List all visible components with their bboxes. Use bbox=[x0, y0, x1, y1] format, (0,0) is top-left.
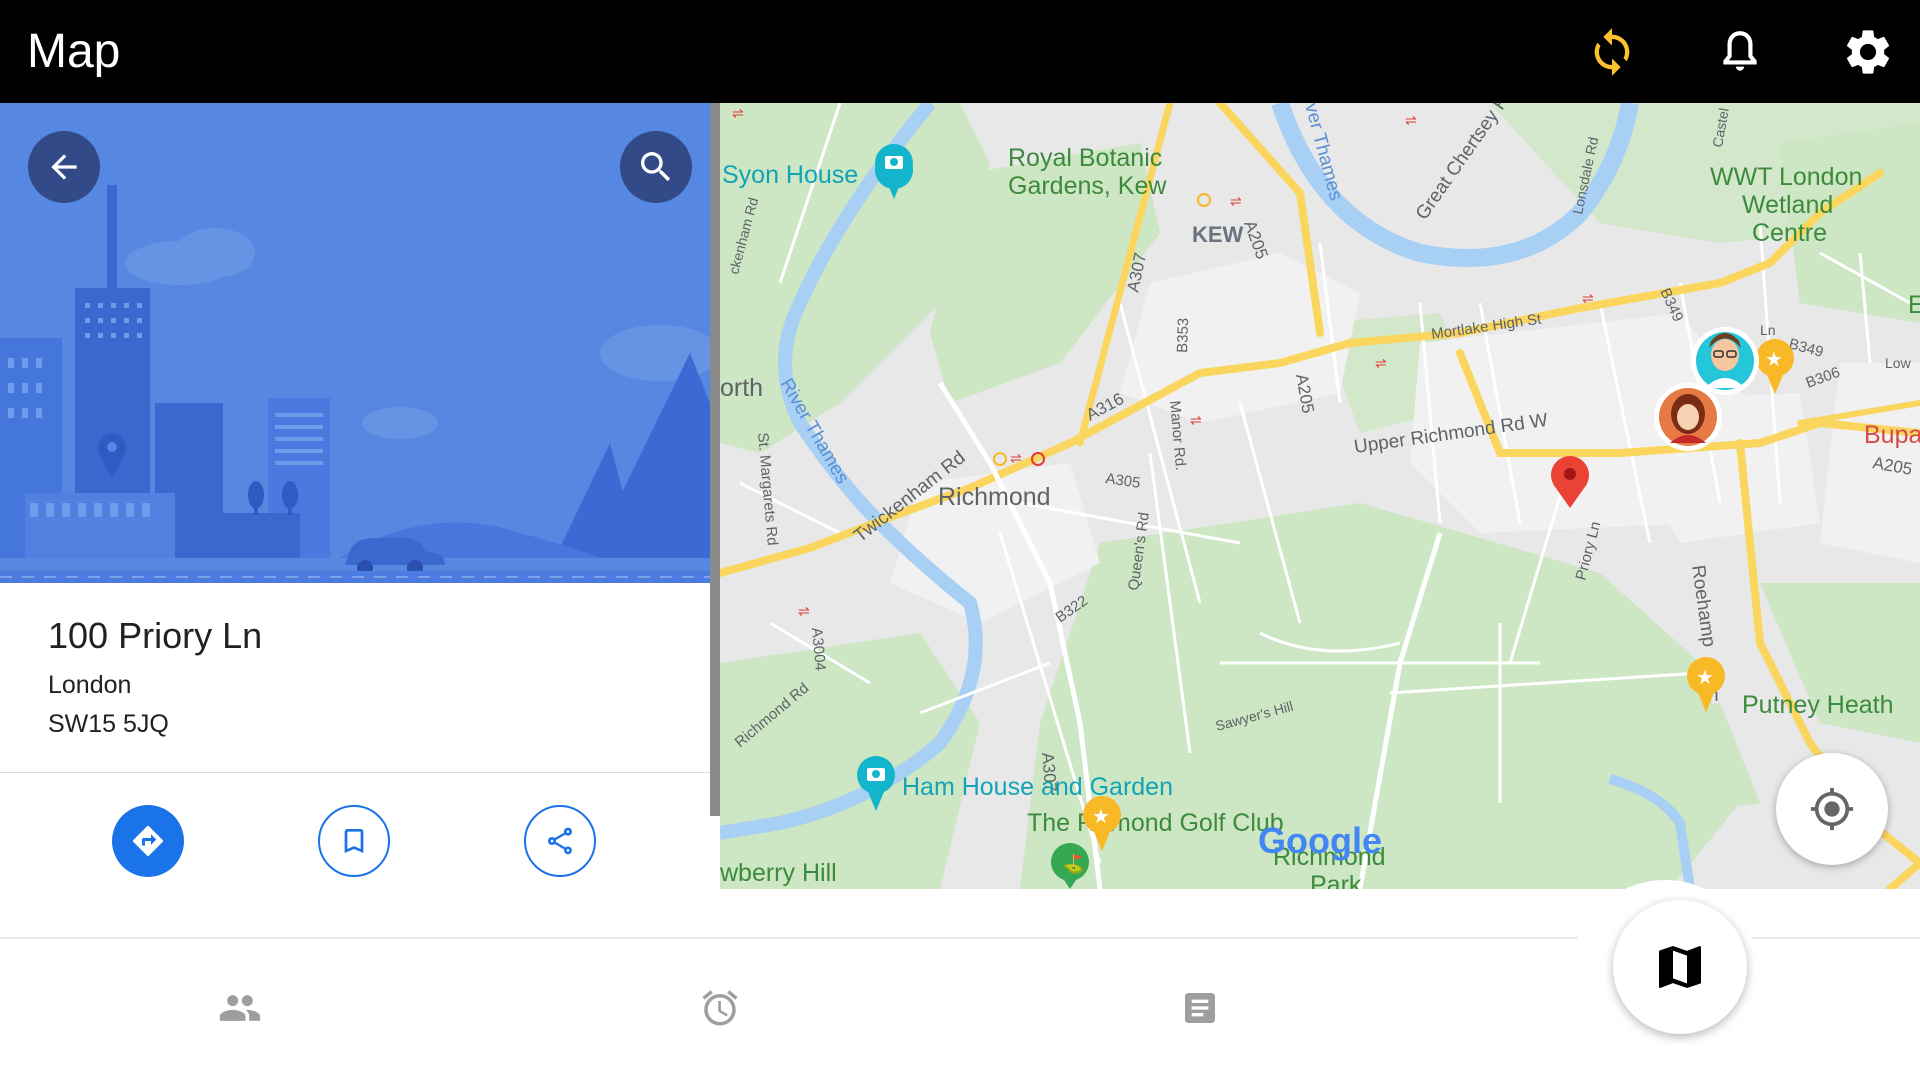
back-button[interactable] bbox=[28, 131, 100, 203]
save-place-button[interactable] bbox=[318, 805, 390, 877]
place-hero-illustration bbox=[0, 103, 710, 583]
svg-text:⇌: ⇌ bbox=[1582, 290, 1594, 306]
share-button[interactable] bbox=[524, 805, 596, 877]
sync-icon bbox=[1594, 28, 1630, 76]
label-low: Low bbox=[1885, 355, 1912, 371]
svg-text:⇌: ⇌ bbox=[1190, 412, 1202, 428]
search-icon bbox=[641, 152, 671, 182]
address-street: 100 Priory Ln bbox=[48, 615, 263, 656]
panel-divider bbox=[0, 772, 710, 773]
place-address: 100 Priory Ln London SW15 5JQ bbox=[48, 615, 262, 739]
label-royal-botanic-1: Royal Botanic bbox=[1008, 144, 1162, 172]
svg-text:⛳: ⛳ bbox=[1062, 853, 1084, 875]
people-icon bbox=[219, 995, 261, 1021]
avatar-man[interactable] bbox=[1691, 327, 1759, 395]
map-canvas[interactable]: A316 A307 A307 A205 A205 A205 A305 B353 … bbox=[720, 103, 1920, 889]
address-postcode: SW15 5JQ bbox=[48, 710, 169, 738]
label-wwt-1: WWT London bbox=[1710, 163, 1862, 191]
label-ln: Ln bbox=[1760, 322, 1776, 338]
place-panel: 100 Priory Ln London SW15 5JQ bbox=[0, 103, 710, 889]
nav-map-fab[interactable] bbox=[1613, 900, 1747, 1034]
svg-text:⇌: ⇌ bbox=[1230, 193, 1242, 209]
label-putney-heath: Putney Heath bbox=[1742, 691, 1894, 719]
label-wwt-3: Centre bbox=[1752, 219, 1827, 247]
city-skyline-illustration bbox=[0, 103, 710, 583]
avatar-woman[interactable] bbox=[1654, 383, 1722, 451]
gear-icon bbox=[1846, 30, 1890, 74]
label-richmond-park-2: Park bbox=[1310, 871, 1362, 889]
bookmark-icon bbox=[344, 829, 364, 853]
directions-icon bbox=[133, 825, 164, 856]
list-icon bbox=[1185, 993, 1215, 1023]
settings-button[interactable] bbox=[1840, 24, 1896, 80]
svg-text:⇌: ⇌ bbox=[1405, 112, 1417, 128]
label-north-edge: orth bbox=[720, 374, 763, 402]
label-kew: KEW bbox=[1192, 222, 1244, 247]
back-arrow-icon bbox=[51, 154, 77, 180]
app-bar: Map bbox=[0, 0, 1920, 103]
search-button[interactable] bbox=[620, 131, 692, 203]
directions-button[interactable] bbox=[112, 805, 184, 877]
share-icon bbox=[548, 827, 572, 855]
crosshair-icon bbox=[1810, 787, 1854, 831]
map-view[interactable]: A316 A307 A307 A205 A205 A205 A305 B353 … bbox=[720, 103, 1920, 889]
alarm-icon bbox=[702, 990, 738, 1026]
google-logo: Google bbox=[1258, 820, 1382, 861]
svg-text:⇌: ⇌ bbox=[798, 603, 810, 619]
notifications-button[interactable] bbox=[1712, 24, 1768, 80]
label-b353: B353 bbox=[1174, 318, 1192, 354]
svg-text:⇌: ⇌ bbox=[1010, 450, 1022, 466]
nav-people[interactable] bbox=[212, 980, 268, 1036]
label-royal-botanic-2: Gardens, Kew bbox=[1008, 172, 1167, 200]
svg-text:★: ★ bbox=[1765, 349, 1783, 371]
label-wwt-2: Wetland bbox=[1742, 191, 1833, 219]
label-edge-e: E bbox=[1908, 291, 1920, 319]
sync-button[interactable] bbox=[1584, 24, 1640, 80]
map-icon bbox=[1659, 946, 1701, 988]
address-city: London bbox=[48, 671, 132, 699]
svg-text:★: ★ bbox=[1696, 667, 1714, 689]
nav-alarms[interactable] bbox=[692, 980, 748, 1036]
svg-text:★: ★ bbox=[1092, 806, 1110, 828]
nav-list[interactable] bbox=[1172, 980, 1228, 1036]
my-location-button[interactable] bbox=[1776, 753, 1888, 865]
panel-scrollbar[interactable] bbox=[710, 103, 720, 816]
label-syon-house: Syon House bbox=[722, 161, 858, 189]
label-ham-house: Ham House and Garden bbox=[902, 773, 1173, 801]
label-bupa: Bupa bbox=[1864, 421, 1920, 449]
svg-text:⇌: ⇌ bbox=[732, 105, 744, 121]
app-bar-title: Map bbox=[27, 25, 121, 78]
bell-icon bbox=[1723, 31, 1757, 71]
label-petersham: wberry Hill bbox=[720, 859, 837, 887]
svg-text:⇌: ⇌ bbox=[1375, 355, 1387, 371]
label-richmond: Richmond bbox=[938, 483, 1051, 511]
